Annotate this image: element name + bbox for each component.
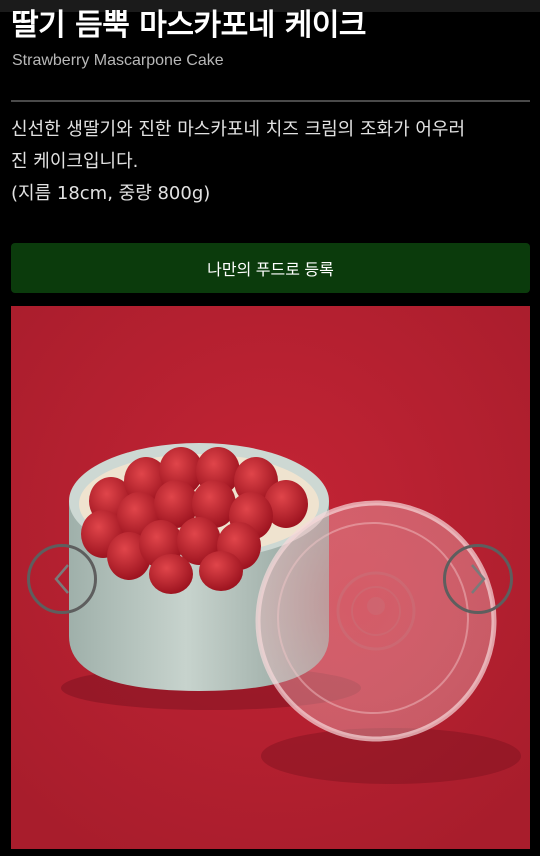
divider	[11, 100, 530, 102]
carousel-next-button[interactable]	[443, 544, 513, 614]
description-line: 신선한 생딸기와 진한 마스카포네 치즈 크림의 조화가 어우러	[11, 119, 466, 140]
product-title: 딸기 듬뿍 마스카포네 케이크	[11, 8, 367, 43]
chevron-left-icon	[54, 564, 69, 594]
product-description: 신선한 생딸기와 진한 마스카포네 치즈 크림의 조화가 어우러 진 케이크입니…	[11, 114, 527, 210]
chevron-right-icon	[471, 564, 486, 594]
register-my-food-button[interactable]: 나만의 푸드로 등록	[11, 243, 530, 293]
description-line: 진 케이크입니다.	[11, 151, 139, 172]
product-subtitle: Strawberry Mascarpone Cake	[12, 52, 224, 69]
product-image-carousel[interactable]	[11, 306, 530, 849]
carousel-prev-button[interactable]	[27, 544, 97, 614]
description-line: (지름 18cm, 중량 800g)	[11, 183, 211, 204]
